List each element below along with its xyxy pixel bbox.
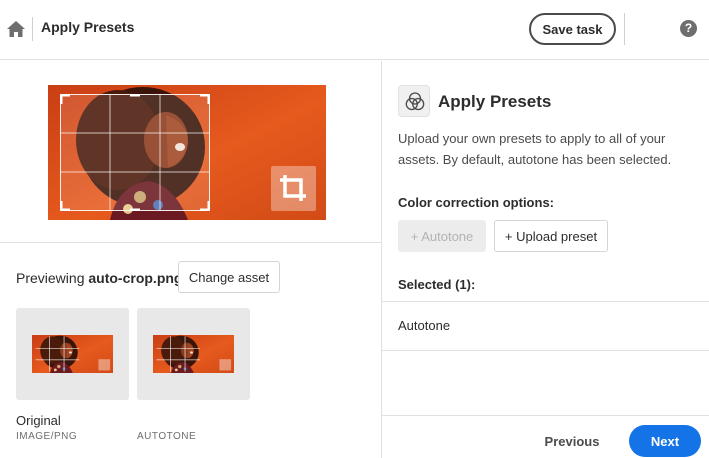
footer-divider <box>382 415 709 416</box>
panel-title: Apply Presets <box>438 92 552 111</box>
change-asset-button[interactable]: Change asset <box>178 261 280 293</box>
thumbnail-autotone[interactable] <box>137 308 250 400</box>
selected-item-autotone[interactable]: Autotone <box>398 318 450 333</box>
crop-icon[interactable] <box>271 166 316 211</box>
previewing-prefix: Previewing <box>16 270 89 286</box>
upload-preset-button[interactable]: + Upload preset <box>494 220 608 252</box>
crop-overlay[interactable] <box>60 94 210 211</box>
thumbnail-original[interactable] <box>16 308 129 400</box>
top-header: Apply Presets Save task ? <box>0 0 709 60</box>
selected-header: Selected (1): <box>398 277 476 292</box>
preview-image <box>48 85 326 220</box>
previewing-label: Previewing auto-crop.png <box>16 270 182 286</box>
divider <box>382 350 709 351</box>
color-circles-icon <box>398 85 430 117</box>
color-correction-label: Color correction options: <box>398 195 554 210</box>
thumbnail-image <box>153 335 234 373</box>
help-icon[interactable]: ? <box>680 20 697 37</box>
divider <box>382 301 709 302</box>
thumbnail-subtitle: IMAGE/PNG <box>16 431 78 442</box>
preview-filename: auto-crop.png <box>88 270 183 286</box>
preview-area <box>0 61 381 243</box>
header-divider <box>32 17 33 41</box>
panel-description: Upload your own presets to apply to all … <box>398 131 672 167</box>
previous-button[interactable]: Previous <box>536 425 608 457</box>
thumbnail-title: Original <box>16 413 61 428</box>
preview-panel: Previewing auto-crop.png Change asset Or… <box>0 61 381 458</box>
header-divider <box>624 13 625 45</box>
home-icon[interactable] <box>6 20 26 38</box>
add-autotone-button[interactable]: + Autotone <box>398 220 486 252</box>
thumbnail-subtitle: AUTOTONE <box>137 431 197 442</box>
page-title: Apply Presets <box>41 19 135 35</box>
save-task-button[interactable]: Save task <box>529 13 616 45</box>
presets-panel: Apply Presets Upload your own presets to… <box>382 61 709 458</box>
next-button[interactable]: Next <box>629 425 701 457</box>
thumbnail-image <box>32 335 113 373</box>
